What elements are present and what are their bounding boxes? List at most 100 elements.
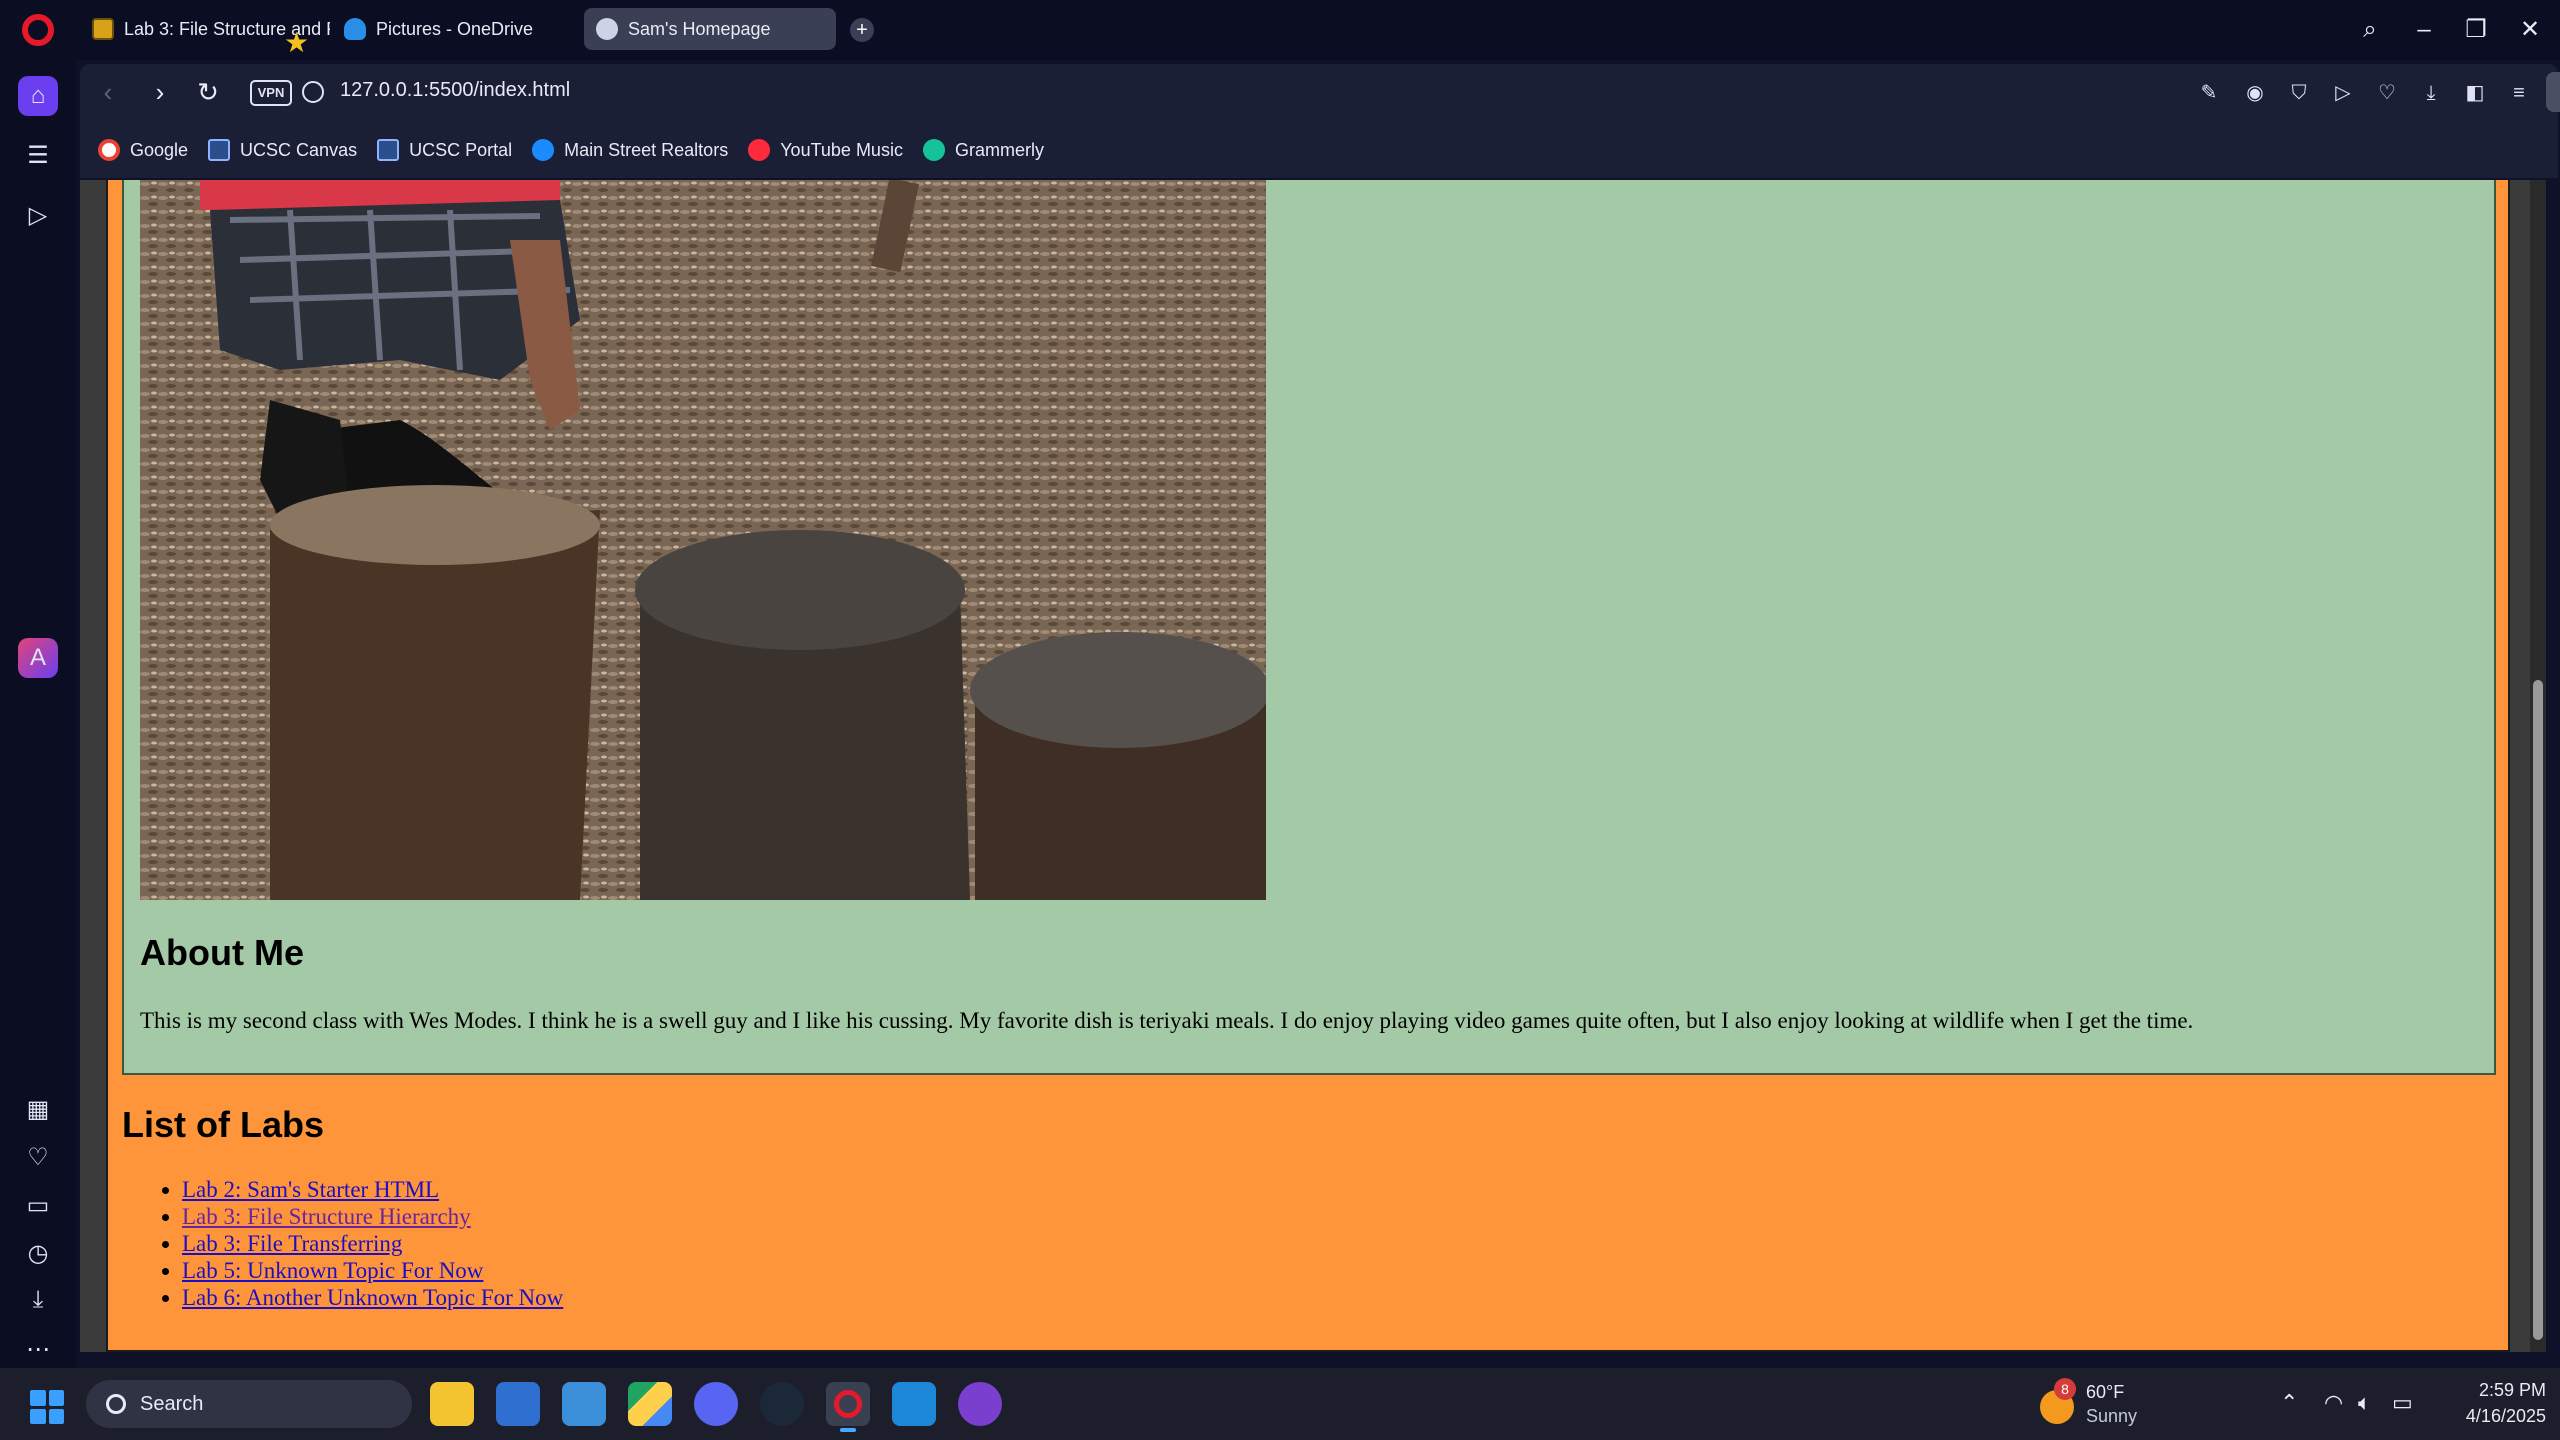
tab-bar: Lab 3: File Structure and Fi ★ Pictures … — [0, 0, 2560, 60]
shield-icon[interactable]: ⛉ — [2284, 78, 2314, 108]
ucsc-icon — [208, 139, 231, 161]
opera-logo-icon[interactable] — [22, 14, 54, 46]
bookmark-ucsc-portal[interactable]: UCSC Portal — [377, 139, 512, 161]
google-drive-icon[interactable] — [628, 1382, 672, 1426]
bookmark-ucsc-canvas[interactable]: UCSC Canvas — [208, 139, 357, 161]
history-clock-icon[interactable]: ◷ — [18, 1234, 58, 1274]
new-tab-button[interactable]: + — [850, 18, 874, 42]
about-me-text: This is my second class with Wes Modes. … — [140, 1008, 2194, 1033]
discord-icon[interactable] — [694, 1382, 738, 1426]
bookmark-label: Main Street Realtors — [564, 139, 729, 160]
profile-photo — [140, 180, 1266, 900]
play-icon[interactable]: ▷ — [2328, 78, 2358, 108]
realtor-icon — [532, 139, 555, 161]
tab-label: Sam's Homepage — [628, 18, 771, 39]
list-of-labs-heading: List of Labs — [122, 1104, 325, 1145]
restore-button[interactable]: ❐ — [2458, 12, 2494, 48]
close-window-button[interactable]: ✕ — [2512, 12, 2548, 48]
volume-icon[interactable]: 🔈︎ — [2358, 1390, 2371, 1416]
vscode-icon[interactable] — [892, 1382, 936, 1426]
lab-link-3-hierarchy[interactable]: Lab 3: File Structure Hierarchy — [182, 1204, 471, 1229]
downloads-icon[interactable]: ⤓ — [18, 1280, 58, 1320]
web-viewport[interactable]: About Me This is my second class with We… — [80, 180, 2546, 1352]
clock-date[interactable]: 4/16/2025 — [2436, 1406, 2546, 1427]
ucsc-favicon-icon — [92, 18, 114, 40]
about-section: About Me This is my second class with We… — [122, 180, 2496, 1075]
list-item: Lab 6: Another Unknown Topic For Now — [182, 1284, 563, 1311]
search-label: Search — [140, 1393, 204, 1415]
search-icon — [106, 1394, 126, 1414]
globe-favicon-icon — [596, 18, 618, 40]
url-field[interactable]: 127.0.0.1:5500/index.html — [340, 79, 570, 102]
tab-label: Pictures - OneDrive — [376, 18, 534, 39]
easy-setup-icon[interactable]: ≡ — [2504, 78, 2534, 108]
labs-list: Lab 2: Sam's Starter HTML Lab 3: File St… — [182, 1176, 563, 1311]
tabs-icon[interactable]: ▭ — [18, 1186, 58, 1226]
lab-link-2[interactable]: Lab 2: Sam's Starter HTML — [182, 1177, 439, 1202]
list-item: Lab 3: File Structure Hierarchy — [182, 1203, 563, 1230]
file-explorer-icon[interactable] — [430, 1382, 474, 1426]
lab-link-5[interactable]: Lab 5: Unknown Topic For Now — [182, 1258, 483, 1283]
minimize-button[interactable]: – — [2406, 12, 2442, 48]
back-button[interactable]: ‹ — [90, 74, 126, 110]
tab-search-icon[interactable]: ⌕ — [2352, 12, 2388, 48]
wifi-icon[interactable]: ◠ — [2324, 1390, 2343, 1416]
bookmark-main-street-realtors[interactable]: Main Street Realtors — [532, 139, 728, 161]
more-icon[interactable]: ⋯ — [18, 1330, 58, 1370]
tab-onedrive[interactable]: Pictures - OneDrive — [332, 8, 582, 50]
bookmark-label: Google — [130, 139, 189, 160]
ucsc-icon — [377, 139, 400, 161]
weather-temp[interactable]: 60°F — [2086, 1382, 2124, 1403]
camera-icon[interactable]: ◉ — [2240, 78, 2270, 108]
youtube-music-icon — [748, 139, 771, 161]
opera-taskbar-icon[interactable] — [826, 1382, 870, 1432]
lab-link-3-transferring[interactable]: Lab 3: File Transferring — [182, 1231, 402, 1256]
windows-start-icon[interactable] — [30, 1390, 64, 1424]
reload-button[interactable]: ↻ — [190, 74, 226, 110]
windows-taskbar: Search 8 60°F Sunny ⌃ ◠ 🔈︎ ▭ 2:59 PM 4/1… — [0, 1368, 2560, 1440]
profile-avatar[interactable] — [2546, 72, 2560, 112]
bookmark-label: Grammerly — [954, 139, 1044, 160]
scrollbar-thumb[interactable] — [2533, 680, 2543, 1340]
tab-homepage-active[interactable]: Sam's Homepage — [584, 8, 836, 50]
bookmark-google[interactable]: Google — [98, 139, 188, 161]
tab-list-icon[interactable]: ☰ — [18, 136, 58, 176]
bookmark-label: UCSC Portal — [409, 139, 513, 160]
vertical-scrollbar[interactable] — [2530, 180, 2546, 1352]
bookmark-grammerly[interactable]: Grammerly — [922, 139, 1044, 161]
onedrive-cloud-icon — [344, 18, 366, 40]
steam-icon[interactable] — [760, 1382, 804, 1426]
google-icon — [98, 139, 120, 161]
grammarly-icon — [922, 139, 945, 161]
address-bar: ‹ › ↻ VPN 127.0.0.1:5500/index.html ✎ ◉ … — [80, 64, 2560, 122]
heart-icon[interactable]: ♡ — [2372, 78, 2402, 108]
control-panel-icon[interactable] — [562, 1382, 606, 1426]
weather-condition[interactable]: Sunny — [2086, 1406, 2137, 1427]
show-hidden-icons-chevron-up-icon[interactable]: ⌃ — [2280, 1390, 2298, 1416]
about-me-heading: About Me — [140, 932, 304, 973]
bookmark-youtube-music[interactable]: YouTube Music — [748, 139, 903, 161]
toggle-icon[interactable]: ◧ — [2460, 78, 2490, 108]
list-item: Lab 2: Sam's Starter HTML — [182, 1176, 563, 1203]
github-desktop-icon[interactable] — [958, 1382, 1002, 1426]
home-icon[interactable]: ⌂ — [18, 76, 58, 116]
photos-icon[interactable] — [496, 1382, 540, 1426]
player-icon[interactable]: ▷ — [18, 196, 58, 236]
workspaces-grid-icon[interactable]: ▦ — [18, 1090, 58, 1130]
snapshot-edit-icon[interactable]: ✎ — [2194, 78, 2224, 108]
weather-badge: 8 — [2054, 1378, 2076, 1400]
star-icon: ★ — [284, 27, 310, 58]
clock-time[interactable]: 2:59 PM — [2446, 1380, 2546, 1401]
bookmarks-bar: Google UCSC Canvas UCSC Portal Main Stre… — [80, 122, 2558, 178]
lab-link-6[interactable]: Lab 6: Another Unknown Topic For Now — [182, 1285, 563, 1310]
favorites-heart-icon[interactable]: ♡ — [18, 1138, 58, 1178]
browser-sidebar: ⌂ ☰ ▷ A ▦ ♡ ▭ ◷ ⤓ ⋯ — [0, 60, 76, 1368]
taskbar-search[interactable]: Search — [86, 1380, 412, 1428]
download-icon[interactable]: ⤓ — [2416, 78, 2446, 108]
battery-icon[interactable]: ▭ — [2392, 1390, 2413, 1416]
aria-ai-icon[interactable]: A — [18, 638, 58, 678]
vpn-badge[interactable]: VPN — [250, 80, 292, 106]
forward-button[interactable]: › — [142, 74, 178, 110]
page-body: About Me This is my second class with We… — [106, 180, 2510, 1352]
site-info-globe-icon[interactable] — [302, 81, 324, 103]
